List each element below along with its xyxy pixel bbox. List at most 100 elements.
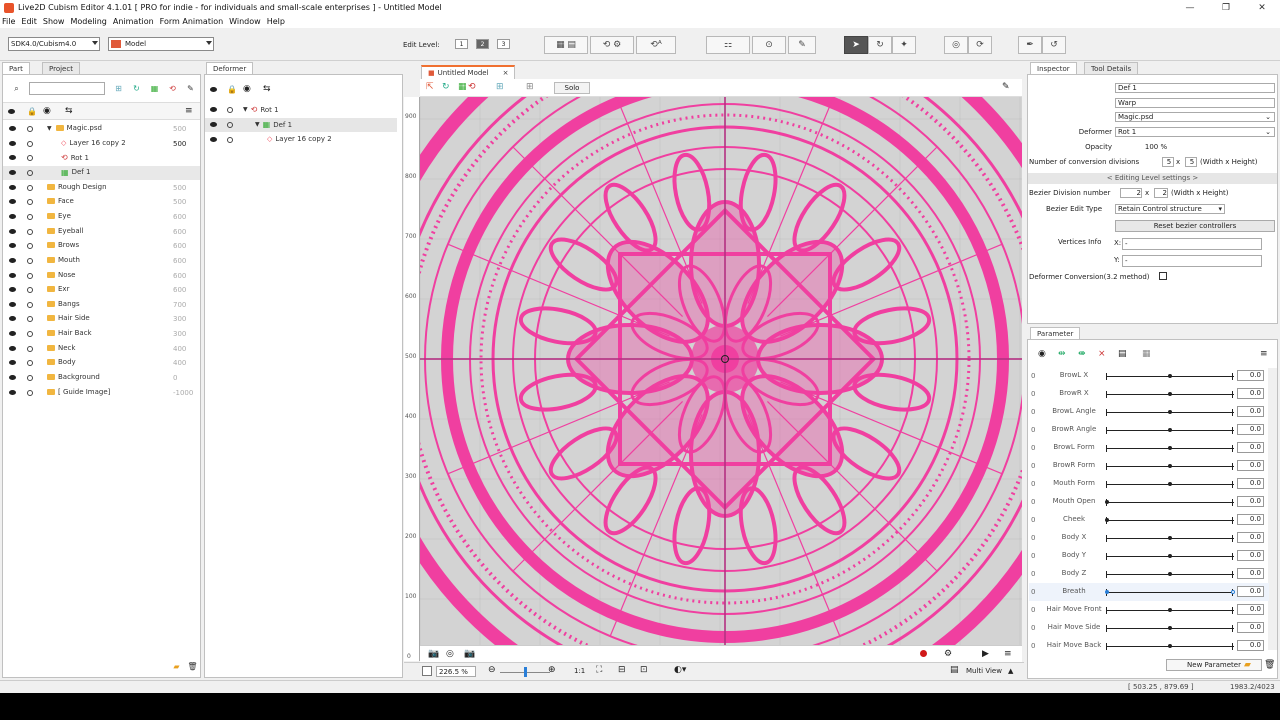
menu-modeling[interactable]: Modeling: [70, 17, 106, 26]
parameter-slider[interactable]: [1106, 502, 1234, 503]
name-input[interactable]: Def 1: [1115, 83, 1275, 93]
part-row[interactable]: Brows 600: [3, 239, 200, 253]
eye-icon[interactable]: [8, 109, 15, 114]
key-indicator-icon[interactable]: 0: [1031, 498, 1035, 506]
lock-icon[interactable]: 🔒: [227, 85, 237, 94]
transform-tool-button[interactable]: ↻: [868, 36, 892, 54]
zoom-slider-handle[interactable]: [524, 667, 527, 677]
part-row[interactable]: Eye 600: [3, 210, 200, 224]
part-row[interactable]: Hair Side 300: [3, 312, 200, 326]
parameter-value-input[interactable]: 0.0: [1237, 478, 1264, 489]
visibility-eye-icon[interactable]: [9, 199, 16, 205]
visibility-eye-icon[interactable]: [9, 213, 16, 219]
parameter-row[interactable]: 0 BrowL X 0.0: [1029, 367, 1269, 385]
rotate-view-button[interactable]: ⟳: [968, 36, 992, 54]
parameter-row[interactable]: 0 BrowR X 0.0: [1029, 385, 1269, 403]
parameter-slider[interactable]: [1106, 520, 1234, 521]
search-icon[interactable]: ⌕: [11, 83, 22, 94]
tab-project[interactable]: Project: [42, 62, 80, 74]
fit-height-icon[interactable]: ⊡: [640, 665, 648, 675]
parameter-value-input[interactable]: 0.0: [1237, 442, 1264, 453]
pointer-icon[interactable]: ⇱: [426, 82, 434, 92]
key-indicator-icon[interactable]: 0: [1031, 516, 1035, 524]
key-indicator-icon[interactable]: 0: [1031, 462, 1035, 470]
parameter-slider-handle[interactable]: [1168, 464, 1172, 468]
parameter-row[interactable]: 0 BrowR Angle 0.0: [1029, 421, 1269, 439]
lock-toggle-icon[interactable]: [227, 137, 233, 143]
table-icon[interactable]: ▤: [1118, 349, 1127, 359]
parameter-row[interactable]: 0 Breath 0.0: [1029, 583, 1269, 601]
lock-toggle-icon[interactable]: [27, 272, 33, 279]
parameter-value-input[interactable]: 0.0: [1237, 568, 1264, 579]
menu-file[interactable]: File: [2, 17, 15, 26]
part-select[interactable]: Magic.psd ⌄: [1115, 112, 1275, 122]
opacity-input[interactable]: 100 %: [1115, 142, 1195, 152]
parameter-row[interactable]: 0 Mouth Form 0.0: [1029, 475, 1269, 493]
fit-width-icon[interactable]: ⊟: [618, 665, 626, 675]
pen-tool-button[interactable]: ✒: [1018, 36, 1042, 54]
pin-tool-button[interactable]: ⊙: [752, 36, 786, 54]
interpolate-icon[interactable]: ⇼: [1078, 349, 1086, 359]
deformer-select[interactable]: Rot 1 ⌄: [1115, 127, 1275, 137]
parameter-slider-handle[interactable]: [1168, 392, 1172, 396]
lock-toggle-icon[interactable]: [27, 243, 33, 250]
swap-icon[interactable]: ⇆: [263, 84, 271, 94]
menu-help[interactable]: Help: [267, 17, 285, 26]
key-indicator-icon[interactable]: 0: [1031, 372, 1035, 380]
trash-icon[interactable]: 🗑: [187, 661, 198, 672]
lock-toggle-icon[interactable]: [27, 287, 33, 294]
part-row[interactable]: Body 400: [3, 356, 200, 370]
visibility-eye-icon[interactable]: [9, 169, 16, 175]
display-mode-icon[interactable]: ◐▾: [674, 665, 686, 675]
parameter-value-input[interactable]: 0.0: [1237, 370, 1264, 381]
zoom-in-icon[interactable]: ⊕: [548, 665, 556, 675]
edit-level-3[interactable]: 3: [497, 39, 510, 49]
key-indicator-icon[interactable]: 0: [1031, 624, 1035, 632]
swap-icon[interactable]: ⇆: [65, 106, 73, 116]
tab-part[interactable]: Part: [2, 62, 30, 74]
solo-button[interactable]: Solo: [554, 82, 590, 94]
glue-tool-button[interactable]: ⚏: [706, 36, 750, 54]
part-search-input[interactable]: [29, 82, 105, 95]
conv-width-input[interactable]: 5: [1162, 157, 1174, 167]
delete-key-icon[interactable]: ⨯: [1098, 349, 1106, 359]
deformer-row[interactable]: ▼ ▦ Def 1: [205, 118, 397, 132]
part-row[interactable]: Neck 400: [3, 342, 200, 356]
rotation-icon[interactable]: ⟲: [167, 83, 178, 94]
link-icon[interactable]: ↻: [442, 82, 450, 92]
deformer-row[interactable]: ▼ ⟲ Rot 1: [205, 103, 397, 117]
grid-icon[interactable]: ▦: [149, 83, 160, 94]
grid-toggle-icon[interactable]: ⊞: [526, 82, 534, 92]
parameter-row[interactable]: 0 Body Y 0.0: [1029, 547, 1269, 565]
camera-icon[interactable]: 📷: [428, 649, 439, 659]
visibility-eye-icon[interactable]: [9, 155, 16, 161]
visibility-eye-icon[interactable]: [9, 184, 16, 190]
parameter-slider-handle[interactable]: [1168, 572, 1172, 576]
part-row[interactable]: Background 0: [3, 371, 200, 385]
grid-icon[interactable]: ▦: [458, 82, 467, 92]
deformer-tools-group[interactable]: ⟲ ⚙: [590, 36, 634, 54]
visibility-eye-icon[interactable]: [9, 360, 16, 366]
edit-level-2[interactable]: 2: [476, 39, 489, 49]
lock-toggle-icon[interactable]: [27, 228, 33, 235]
lock-toggle-icon[interactable]: [27, 155, 33, 162]
sdk-select[interactable]: SDK4.0/Cubism4.0: [8, 37, 100, 51]
new-folder-icon[interactable]: ▰: [1244, 660, 1251, 670]
chevron-down-icon[interactable]: ▼: [47, 125, 52, 132]
part-row[interactable]: Mouth 600: [3, 254, 200, 268]
frame-icon[interactable]: [422, 666, 432, 676]
key-indicator-icon[interactable]: 0: [1031, 390, 1035, 398]
menu-form-animation[interactable]: Form Animation: [160, 17, 223, 26]
key-indicator-icon[interactable]: 0: [1031, 588, 1035, 596]
fit-icon[interactable]: ⊞: [496, 82, 504, 92]
parameter-slider-handle[interactable]: [1168, 428, 1172, 432]
eyedropper-icon[interactable]: ✎: [1002, 82, 1010, 92]
visibility-eye-icon[interactable]: [9, 345, 16, 351]
parameter-slider-handle[interactable]: [1168, 608, 1172, 612]
part-row[interactable]: ▦ Def 1: [3, 165, 200, 180]
menu-show[interactable]: Show: [43, 17, 65, 26]
part-row[interactable]: Face 500: [3, 195, 200, 209]
visibility-eye-icon[interactable]: [210, 137, 217, 142]
model-canvas[interactable]: [420, 97, 1022, 645]
reset-tool-button[interactable]: ↺: [1042, 36, 1066, 54]
